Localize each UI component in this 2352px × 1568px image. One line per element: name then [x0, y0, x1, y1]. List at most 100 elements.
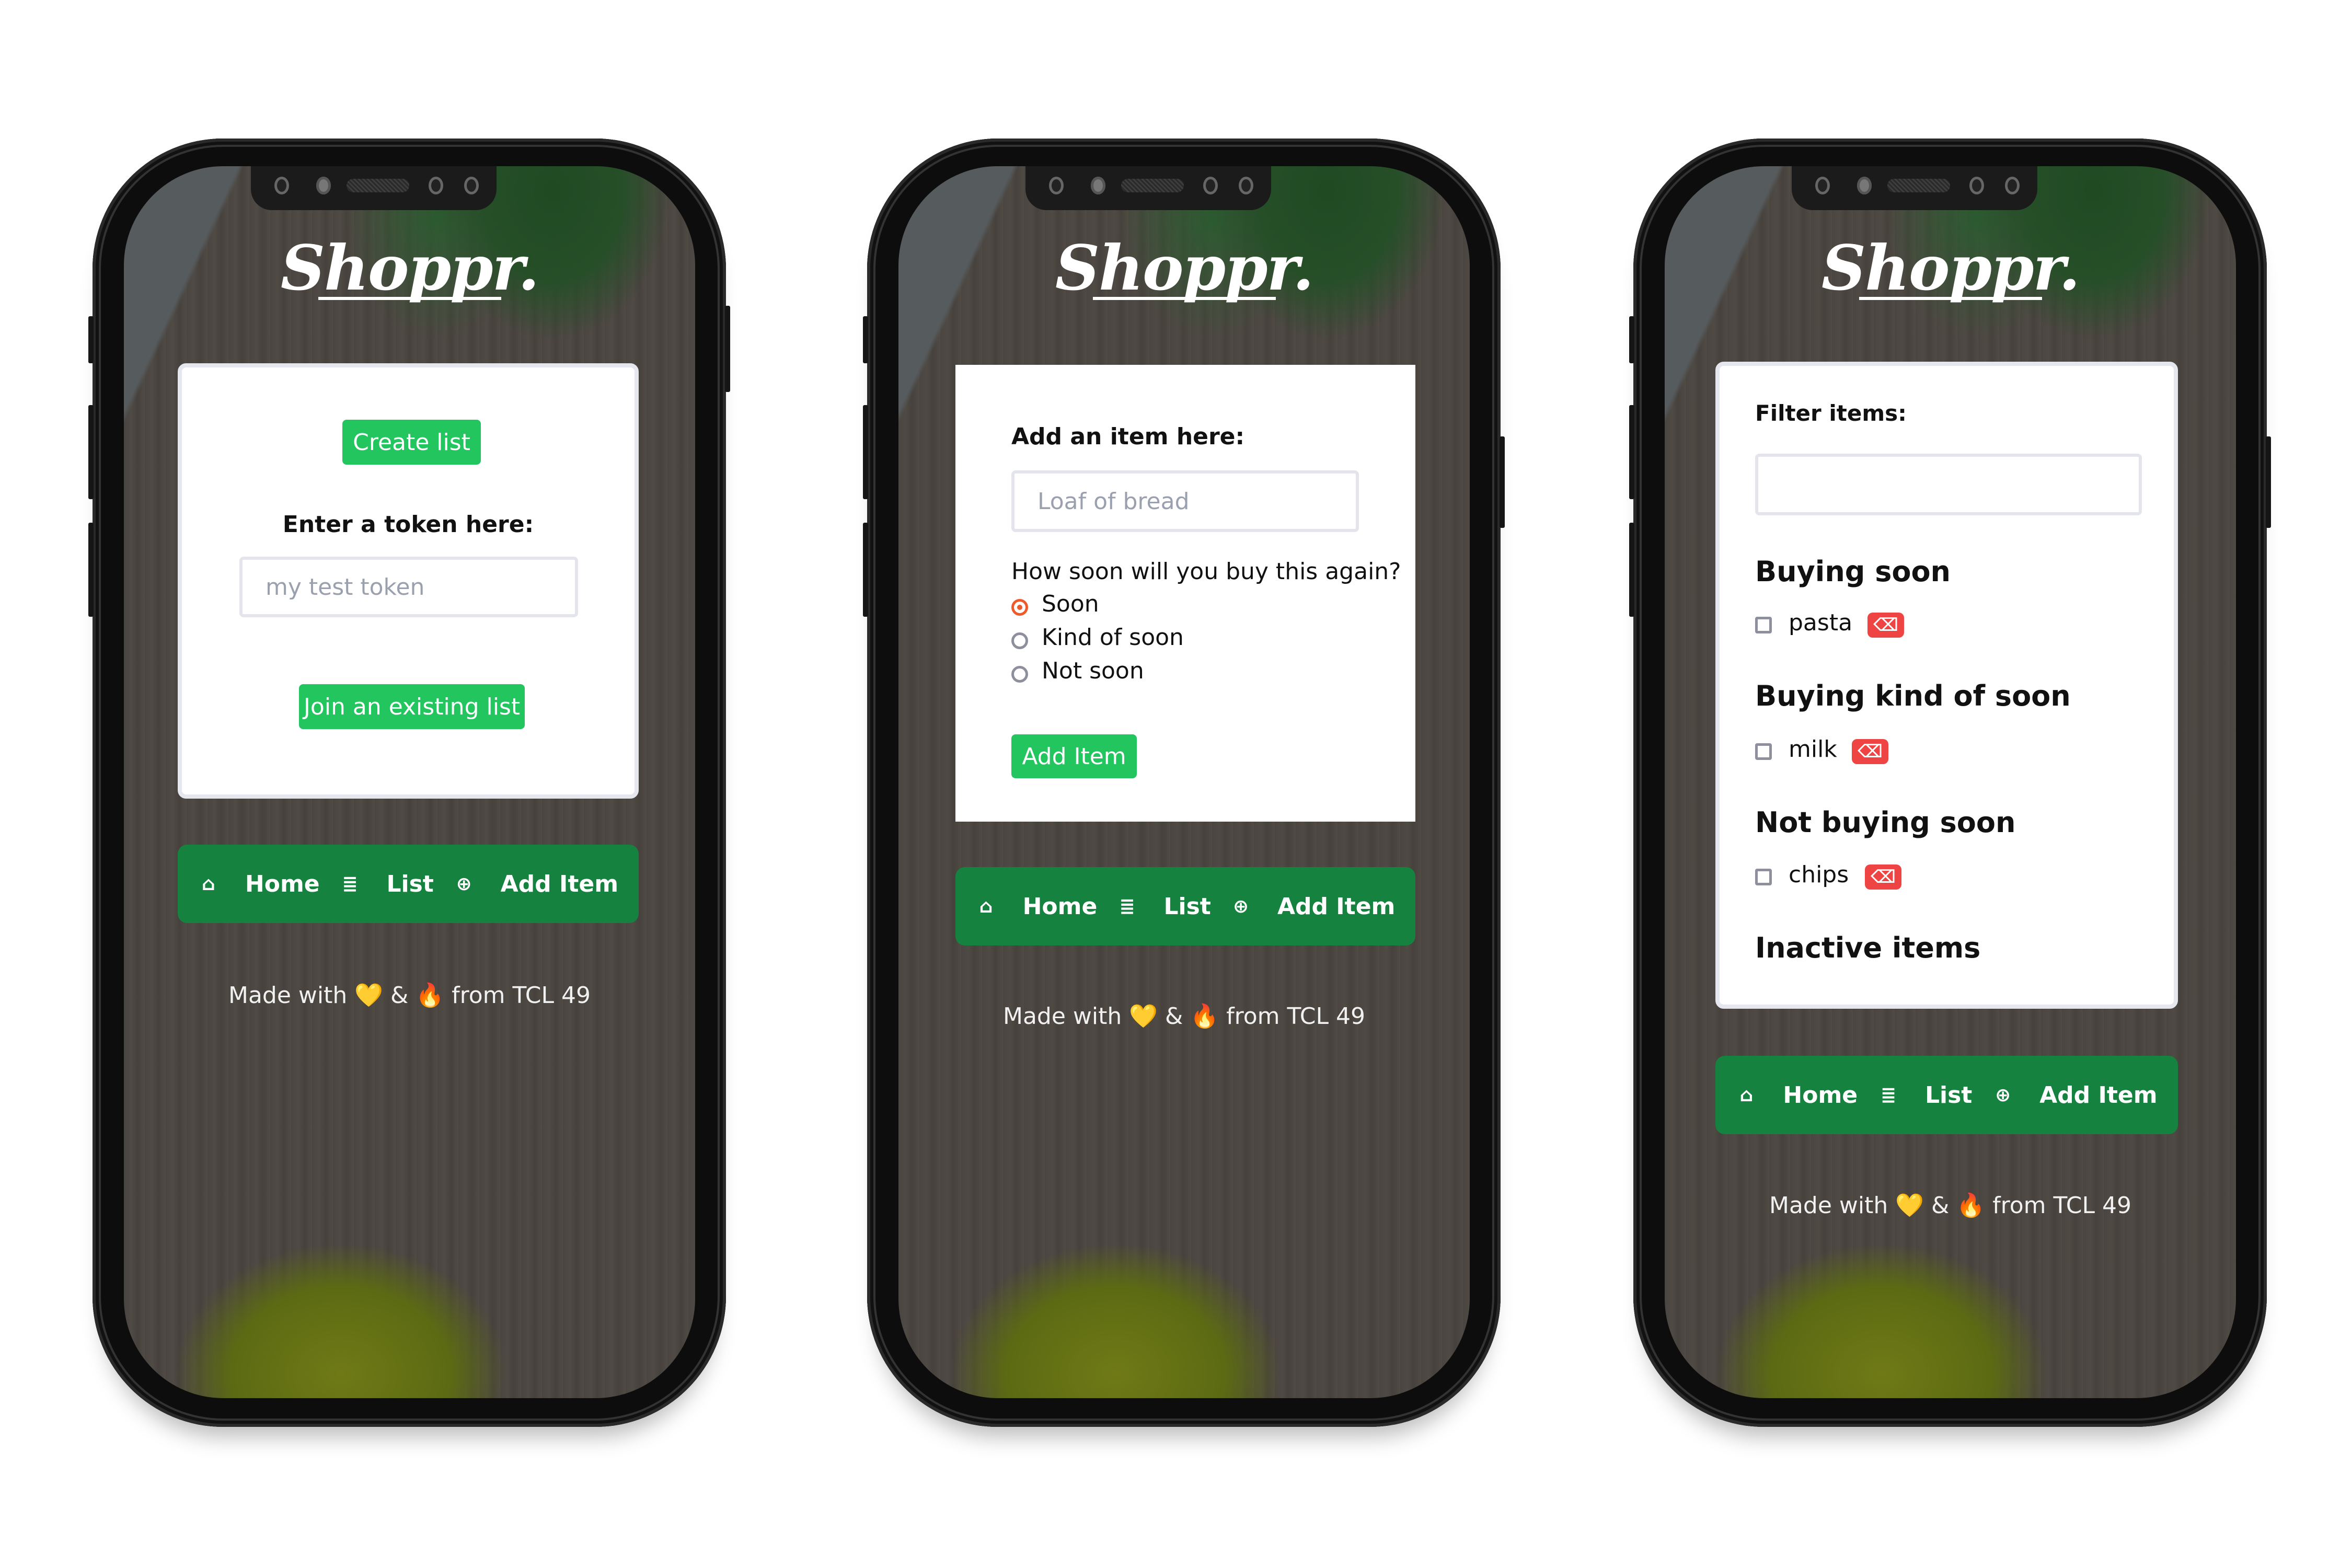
home-icon: ⌂	[202, 873, 215, 895]
screen: Shoppr. Add an item here: Loaf of bread …	[898, 166, 1470, 1398]
nav-list[interactable]: ≣ List	[339, 871, 433, 897]
bottom-nav: ⌂ Home ≣ List ⊕ Add Item	[1715, 1056, 2178, 1134]
speaker-grille	[1887, 179, 1950, 192]
home-card: Create list Enter a token here: my test …	[178, 363, 639, 799]
list-icon: ≣	[1880, 1084, 1897, 1106]
list-icon: ≣	[342, 873, 358, 895]
item-label: Add an item here:	[1011, 423, 1245, 450]
add-circle-icon: ⊕	[1995, 1084, 2011, 1106]
nav-home[interactable]: ⌂ Home	[1736, 1082, 1858, 1109]
nav-home[interactable]: ⌂ Home	[198, 871, 320, 897]
section-heading-inactive-items: Inactive items	[1755, 931, 1981, 964]
token-input[interactable]: my test token	[239, 557, 578, 617]
volume-down-button	[1629, 523, 1634, 617]
section-heading-not-buying-soon: Not buying soon	[1755, 806, 2016, 839]
radio-soon[interactable]	[1011, 599, 1028, 616]
volume-down-button	[88, 523, 94, 617]
phone-mockup-home: Shoppr. Create list Enter a token here: …	[88, 139, 730, 1427]
sensor-icon	[316, 177, 331, 194]
footer-credit: Made with 💛 & 🔥 from TCL 49	[1003, 1003, 1365, 1030]
nav-home-label: Home	[1783, 1081, 1858, 1109]
footer-credit: Made with 💛 & 🔥 from TCL 49	[1769, 1192, 2131, 1219]
mute-switch	[1629, 316, 1634, 363]
backspace-icon: ⌫	[1873, 615, 1899, 636]
nav-add-item-label: Add Item	[500, 870, 619, 897]
add-item-submit-button[interactable]: Add Item	[1011, 734, 1137, 778]
item-name: chips	[1789, 861, 1849, 888]
nav-add-item-label: Add Item	[1277, 893, 1396, 920]
speaker-grille	[347, 179, 409, 192]
join-list-button[interactable]: Join an existing list	[299, 684, 525, 729]
camera-icon	[429, 177, 443, 194]
item-checkbox[interactable]	[1755, 743, 1772, 760]
app-logo: Shoppr.	[1821, 232, 2080, 304]
power-button	[1500, 436, 1505, 528]
section-heading-buying-soon: Buying soon	[1755, 555, 1951, 588]
nav-add-item[interactable]: ⊕ Add Item	[1230, 893, 1396, 920]
sensor-icon	[464, 177, 479, 194]
delete-item-button[interactable]: ⌫	[1867, 613, 1904, 638]
screen: Shoppr. Create list Enter a token here: …	[124, 166, 695, 1398]
add-item-card: Add an item here: Loaf of bread How soon…	[955, 365, 1415, 822]
home-icon: ⌂	[979, 895, 993, 917]
radio-kind-of-soon-label: Kind of soon	[1042, 624, 1184, 651]
camera-icon	[1815, 177, 1830, 194]
nav-list[interactable]: ≣ List	[1878, 1082, 1972, 1109]
volume-up-button	[1629, 405, 1634, 499]
list-icon: ≣	[1119, 895, 1135, 917]
screen: Shoppr. Filter items: Buying soon pasta …	[1665, 166, 2236, 1398]
item-checkbox[interactable]	[1755, 617, 1772, 633]
frequency-question: How soon will you buy this again?	[1011, 558, 1401, 585]
nav-list-label: List	[1163, 893, 1211, 920]
notch	[251, 166, 497, 210]
nav-list-label: List	[1924, 1081, 1973, 1109]
item-name: milk	[1789, 736, 1837, 763]
nav-list-label: List	[386, 870, 434, 897]
mute-switch	[88, 316, 94, 363]
sensor-icon	[1857, 177, 1872, 194]
delete-item-button[interactable]: ⌫	[1865, 864, 1901, 890]
app-logo: Shoppr.	[280, 232, 539, 304]
power-button	[725, 306, 730, 392]
notch	[1792, 166, 2037, 210]
radio-soon-label: Soon	[1042, 591, 1099, 617]
nav-add-item[interactable]: ⊕ Add Item	[454, 870, 619, 897]
list-card: Filter items: Buying soon pasta ⌫ Buying…	[1715, 362, 2178, 1009]
bottom-nav: ⌂ Home ≣ List ⊕ Add Item	[178, 845, 639, 923]
add-circle-icon: ⊕	[1232, 895, 1249, 917]
phone-mockup-list: Shoppr. Filter items: Buying soon pasta …	[1629, 139, 2271, 1427]
item-input[interactable]: Loaf of bread	[1011, 470, 1359, 532]
footer-credit: Made with 💛 & 🔥 from TCL 49	[228, 982, 591, 1009]
add-circle-icon: ⊕	[456, 873, 472, 895]
sensor-icon	[1239, 177, 1253, 194]
power-button	[2266, 436, 2271, 528]
radio-not-soon[interactable]	[1011, 666, 1028, 683]
notch	[1025, 166, 1271, 210]
nav-list[interactable]: ≣ List	[1116, 893, 1210, 920]
camera-icon	[274, 177, 289, 194]
nav-add-item[interactable]: ⊕ Add Item	[1992, 1081, 2158, 1109]
sensor-icon	[2005, 177, 2020, 194]
volume-up-button	[88, 405, 94, 499]
volume-down-button	[863, 523, 868, 617]
sensor-icon	[1091, 177, 1105, 194]
radio-kind-of-soon[interactable]	[1011, 632, 1028, 649]
create-list-button[interactable]: Create list	[342, 420, 481, 465]
item-checkbox[interactable]	[1755, 869, 1772, 885]
speaker-grille	[1121, 179, 1184, 192]
token-label: Enter a token here:	[282, 511, 534, 538]
phone-mockup-add-item: Shoppr. Add an item here: Loaf of bread …	[863, 139, 1505, 1427]
mute-switch	[863, 316, 868, 363]
delete-item-button[interactable]: ⌫	[1852, 739, 1888, 764]
backspace-icon: ⌫	[1857, 741, 1883, 762]
backspace-icon: ⌫	[1870, 867, 1896, 887]
section-heading-buying-kind-of-soon: Buying kind of soon	[1755, 679, 2071, 712]
nav-home-label: Home	[1022, 893, 1098, 920]
home-icon: ⌂	[1739, 1084, 1754, 1106]
nav-home[interactable]: ⌂ Home	[976, 893, 1098, 920]
camera-icon	[1969, 177, 1984, 194]
bottom-nav: ⌂ Home ≣ List ⊕ Add Item	[955, 867, 1415, 946]
app-logo: Shoppr.	[1055, 232, 1314, 304]
filter-input[interactable]	[1755, 454, 2142, 515]
nav-add-item-label: Add Item	[2039, 1081, 2158, 1109]
